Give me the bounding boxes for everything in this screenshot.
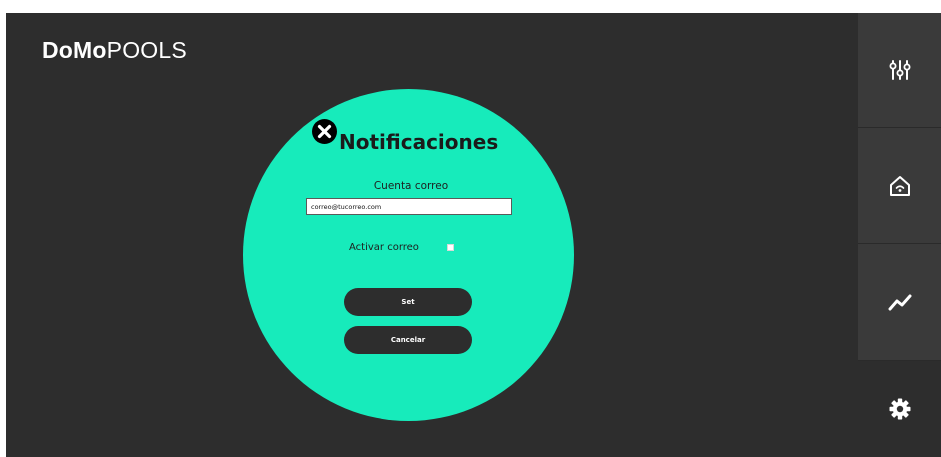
sidebar-item-stats[interactable] bbox=[858, 244, 941, 361]
trend-chart-icon bbox=[888, 294, 911, 311]
email-label: Cuenta correo bbox=[373, 180, 449, 192]
activate-email-label: Activar correo bbox=[349, 242, 419, 253]
sidebar-item-home[interactable] bbox=[858, 128, 941, 244]
gear-icon bbox=[889, 398, 910, 420]
sidebar-item-settings[interactable] bbox=[858, 361, 941, 457]
app-logo: DoMoPOOLS bbox=[42, 37, 187, 63]
dialog-title: Notificaciones bbox=[339, 130, 499, 154]
cancel-button[interactable]: Cancelar bbox=[344, 326, 472, 354]
right-sidebar bbox=[858, 13, 941, 457]
sidebar-item-controls[interactable] bbox=[858, 13, 941, 128]
activate-email-checkbox[interactable] bbox=[447, 244, 454, 251]
sliders-icon bbox=[889, 60, 910, 80]
email-field[interactable] bbox=[306, 198, 512, 215]
close-icon bbox=[317, 124, 332, 139]
app-window: DoMoPOOLS Notificaciones Cuenta correo c… bbox=[6, 13, 941, 457]
set-button[interactable]: Set bbox=[344, 288, 472, 316]
smart-home-icon bbox=[889, 175, 910, 196]
close-button[interactable] bbox=[312, 119, 337, 144]
